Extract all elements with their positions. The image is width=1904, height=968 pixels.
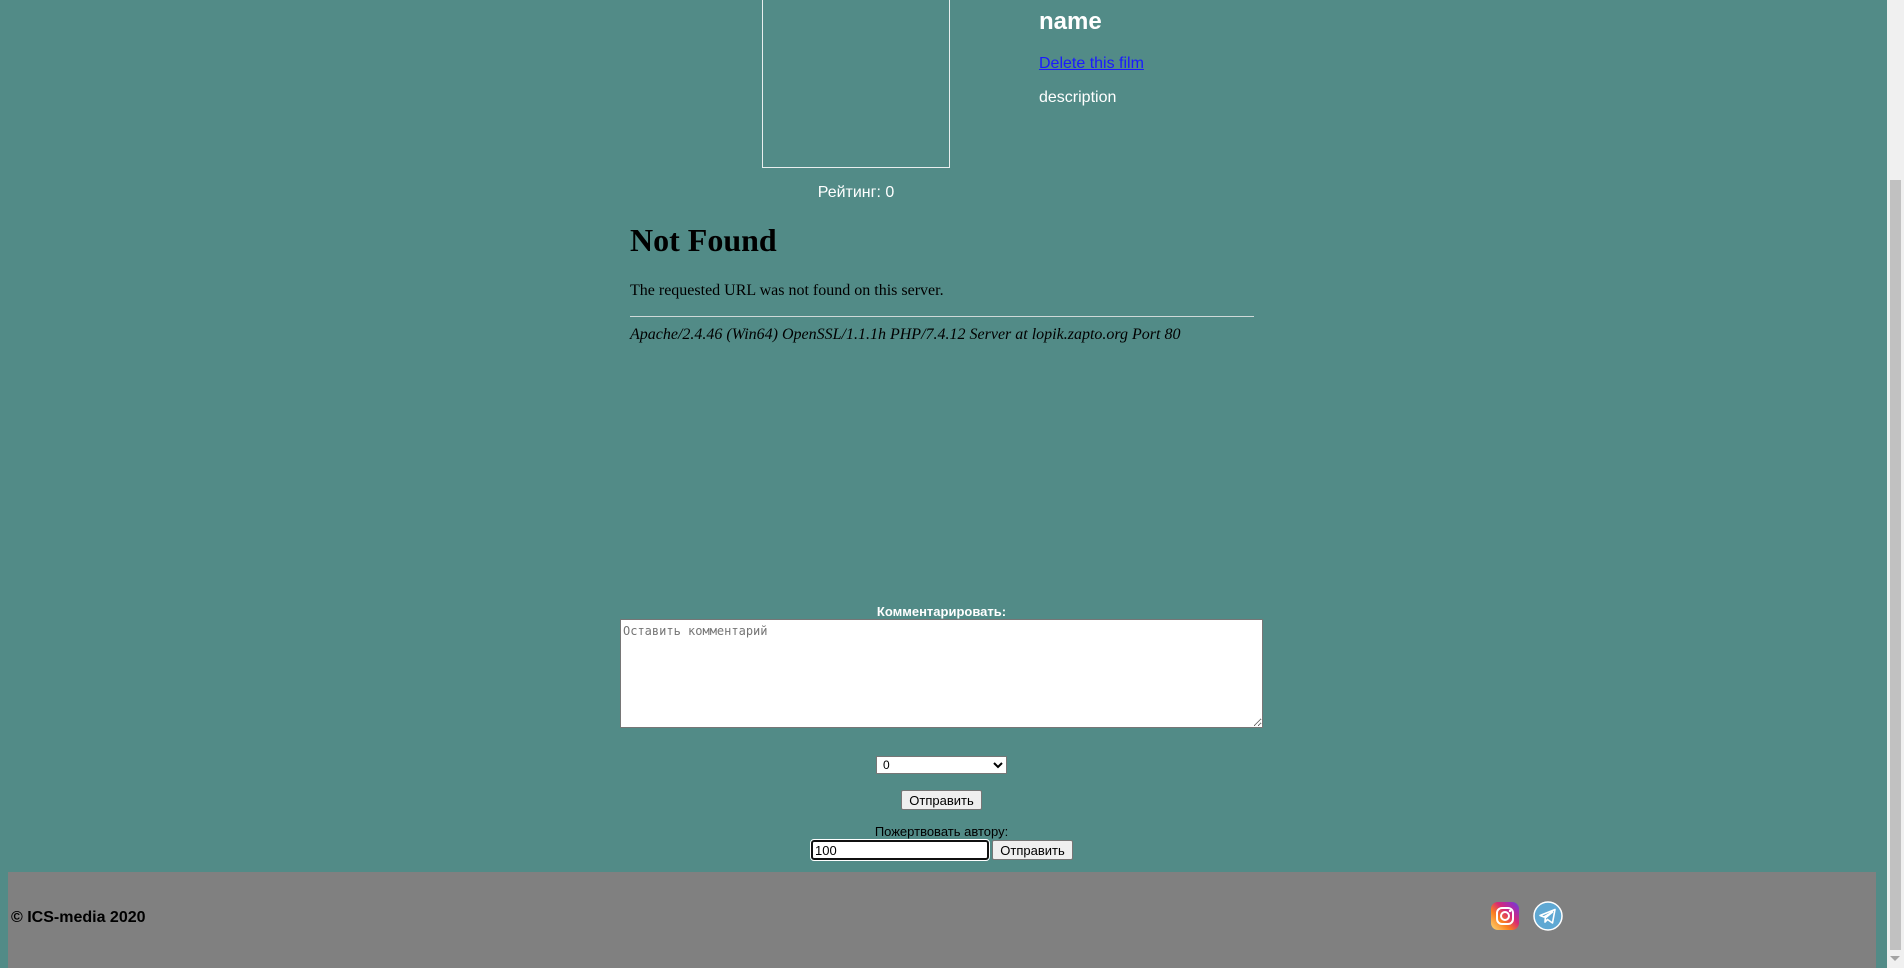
- page: Рейтинг: 0 name Delete this film descrip…: [0, 0, 1904, 968]
- comment-label: Комментарировать:: [876, 604, 1007, 619]
- divider: [630, 316, 1254, 317]
- film-name: name: [1039, 8, 1102, 35]
- not-found-message: The requested URL was not found on this …: [630, 282, 944, 299]
- rating-select[interactable]: 0: [876, 756, 1007, 774]
- comment-textarea[interactable]: [620, 619, 1263, 728]
- vertical-scrollbar[interactable]: [1887, 0, 1904, 968]
- not-found-title: Not Found: [630, 222, 777, 258]
- telegram-icon[interactable]: [1533, 901, 1563, 931]
- scrollbar-thumb[interactable]: [1890, 180, 1901, 950]
- donate-amount-input[interactable]: [810, 839, 990, 861]
- film-description: description: [1039, 89, 1117, 106]
- send-comment-button[interactable]: Отправить: [901, 790, 982, 810]
- scroll-down-arrow-icon[interactable]: [1890, 956, 1900, 961]
- film-rating: Рейтинг: 0: [817, 184, 895, 201]
- instagram-icon[interactable]: [1490, 901, 1520, 931]
- server-signature: Apache/2.4.46 (Win64) OpenSSL/1.1.1h PHP…: [630, 326, 1181, 343]
- delete-film-link[interactable]: Delete this film: [1039, 55, 1144, 73]
- footer: © ICS-media 2020: [8, 872, 1876, 968]
- film-poster: [762, 0, 950, 168]
- copyright: © ICS-media 2020: [11, 909, 146, 926]
- donate-label: Пожертвовать автору:: [874, 824, 1009, 839]
- send-donate-button[interactable]: Отправить: [992, 840, 1073, 860]
